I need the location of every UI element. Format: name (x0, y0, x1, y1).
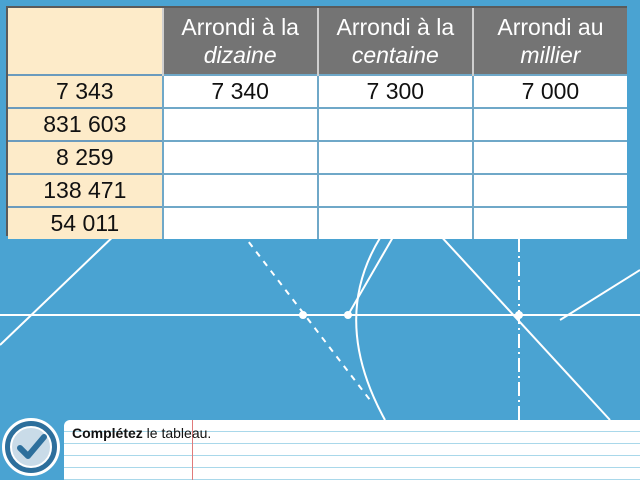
table-row: 831 603 (8, 107, 627, 141)
validate-button-inner (10, 426, 52, 468)
answer-cell-centaine[interactable] (316, 140, 473, 174)
header-centaine-line2: centaine (351, 42, 439, 68)
number-cell: 7 343 (8, 74, 163, 108)
answer-cell-dizaine[interactable] (161, 206, 318, 239)
answer-cell-centaine[interactable]: 7 300 (316, 74, 473, 108)
header-millier-line2: millier (520, 42, 581, 68)
header-dizaine: Arrondi à la dizaine (161, 8, 318, 75)
header-centaine: Arrondi à la centaine (316, 8, 473, 75)
table-row: 138 471 (8, 173, 627, 207)
answer-cell-millier[interactable] (471, 140, 627, 174)
instruction-bold: Complétez (72, 425, 143, 441)
number-cell: 8 259 (8, 140, 163, 174)
header-row: Arrondi à la dizaine Arrondi à la centai… (8, 8, 627, 75)
header-millier-line1: Arrondi au (497, 14, 604, 40)
answer-cell-centaine[interactable] (316, 173, 473, 207)
header-centaine-line1: Arrondi à la (336, 14, 455, 40)
corner-cell (8, 8, 164, 75)
point-marker (344, 311, 352, 319)
number-cell: 831 603 (8, 107, 163, 141)
checkmark-icon (17, 434, 47, 459)
number-cell: 54 011 (8, 206, 163, 239)
answer-cell-millier[interactable] (471, 173, 627, 207)
validate-button[interactable] (2, 418, 60, 476)
answer-cell-dizaine[interactable] (161, 140, 318, 174)
answer-cell-millier[interactable] (471, 107, 627, 141)
table-row: 7 343 7 340 7 300 7 000 (8, 74, 627, 108)
header-dizaine-line2: dizaine (203, 42, 277, 68)
diagonal-line-2 (0, 229, 121, 346)
arc (355, 237, 386, 421)
answer-cell-centaine[interactable] (316, 107, 473, 141)
answer-cell-dizaine[interactable] (161, 107, 318, 141)
answer-cell-dizaine[interactable]: 7 340 (161, 74, 318, 108)
table-row: 8 259 (8, 140, 627, 174)
rounding-table-container: Arrondi à la dizaine Arrondi à la centai… (6, 6, 627, 239)
answer-cell-millier[interactable] (471, 206, 627, 239)
diagonal-line-3 (559, 269, 640, 321)
instruction-rest: le tableau. (142, 425, 212, 441)
header-millier: Arrondi au millier (471, 8, 627, 75)
answer-cell-centaine[interactable] (316, 206, 473, 239)
instruction-panel: Complétez le tableau. (64, 420, 640, 480)
header-dizaine-line1: Arrondi à la (181, 14, 299, 40)
answer-cell-dizaine[interactable] (161, 173, 318, 207)
rounding-table: Arrondi à la dizaine Arrondi à la centai… (8, 8, 627, 239)
answer-cell-millier[interactable]: 7 000 (471, 74, 627, 108)
point-marker (299, 311, 307, 319)
table-row: 54 011 (8, 206, 627, 239)
instruction-text: Complétez le tableau. (72, 425, 211, 441)
point-marker (515, 311, 523, 319)
number-cell: 138 471 (8, 173, 163, 207)
